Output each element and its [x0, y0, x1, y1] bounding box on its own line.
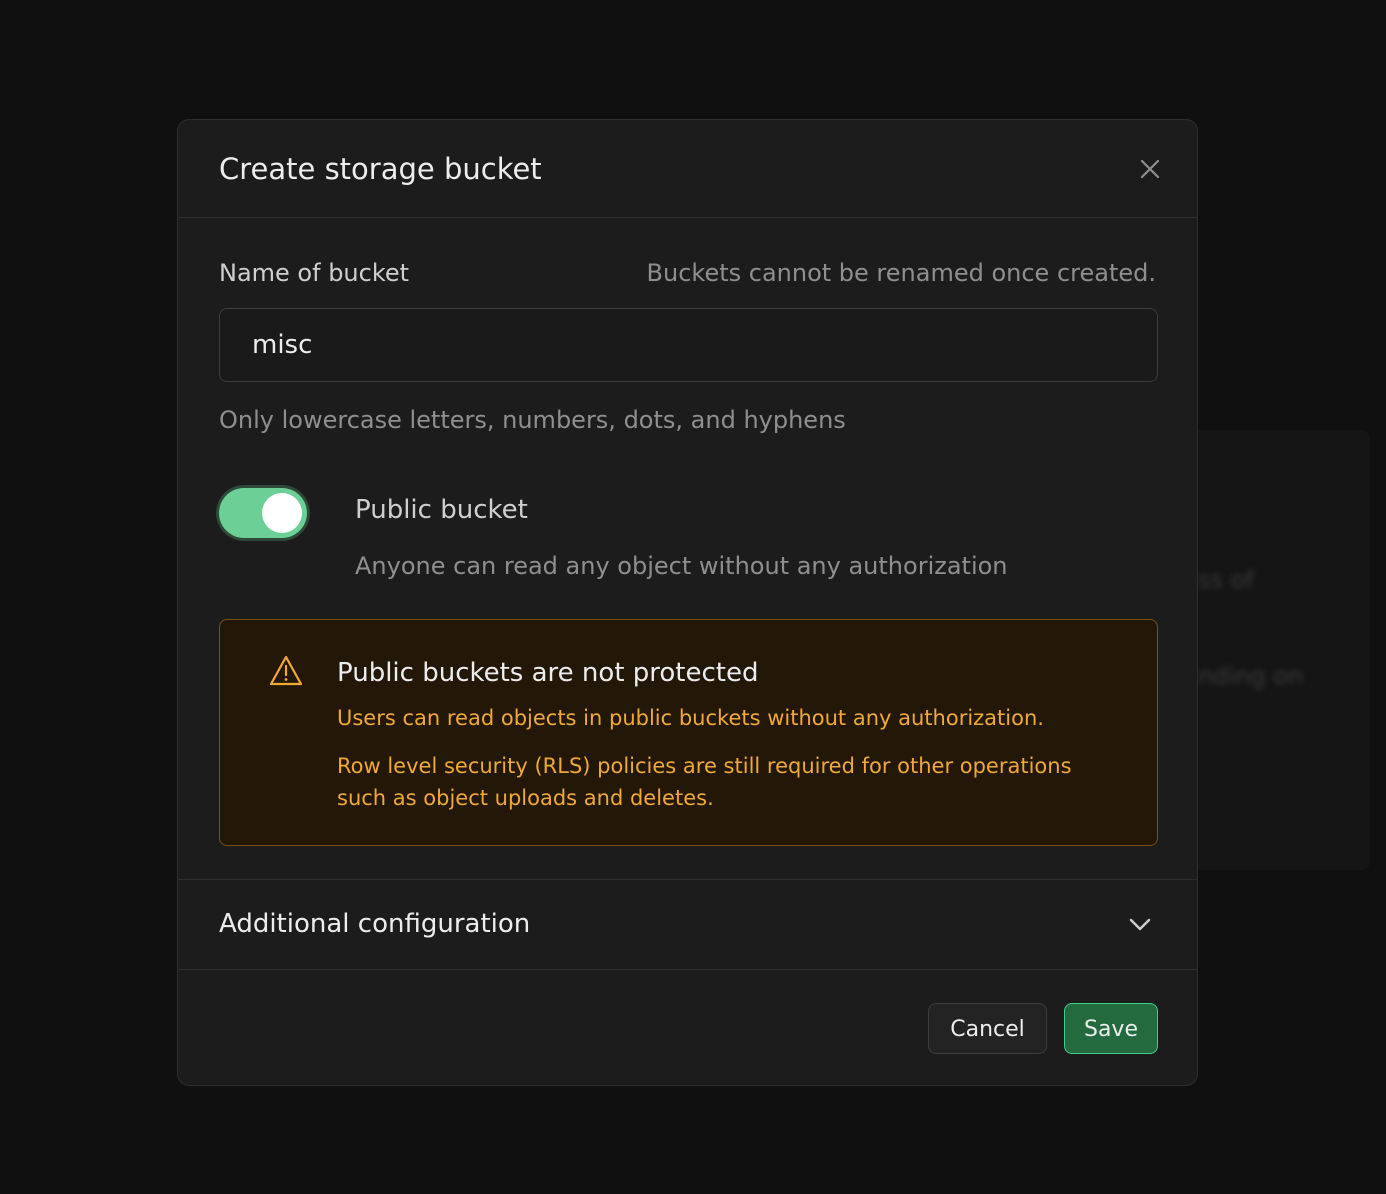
create-bucket-dialog: Create storage bucket Name of bucket Buc…	[177, 119, 1198, 1086]
rename-hint: Buckets cannot be renamed once created.	[646, 259, 1156, 287]
public-bucket-label: Public bucket	[355, 495, 528, 525]
close-icon	[1140, 159, 1160, 179]
bucket-name-input[interactable]	[219, 308, 1158, 382]
warning-title: Public buckets are not protected	[337, 658, 759, 688]
public-bucket-warning: Public buckets are not protected Users c…	[219, 619, 1158, 846]
warning-text: Row level security (RLS) policies are st…	[337, 754, 1072, 810]
bucket-name-help: Only lowercase letters, numbers, dots, a…	[219, 406, 846, 434]
background-text: ss of	[1198, 566, 1254, 594]
warning-text: Users can read objects in public buckets…	[337, 706, 1044, 730]
additional-configuration-toggle[interactable]: Additional configuration	[178, 879, 1197, 970]
additional-configuration-label: Additional configuration	[219, 909, 531, 939]
save-button[interactable]: Save	[1064, 1003, 1158, 1054]
warning-triangle-icon	[269, 655, 303, 686]
public-bucket-description: Anyone can read any object without any a…	[355, 552, 1008, 580]
background-text: nding on	[1198, 662, 1304, 690]
chevron-down-icon	[1129, 918, 1151, 931]
dialog-header: Create storage bucket	[178, 120, 1197, 218]
cancel-button[interactable]: Cancel	[928, 1003, 1047, 1054]
bucket-name-label: Name of bucket	[219, 259, 410, 287]
toggle-knob	[262, 493, 302, 533]
close-button[interactable]	[1134, 153, 1166, 185]
dialog-title: Create storage bucket	[219, 152, 542, 186]
public-bucket-toggle[interactable]	[219, 488, 307, 538]
